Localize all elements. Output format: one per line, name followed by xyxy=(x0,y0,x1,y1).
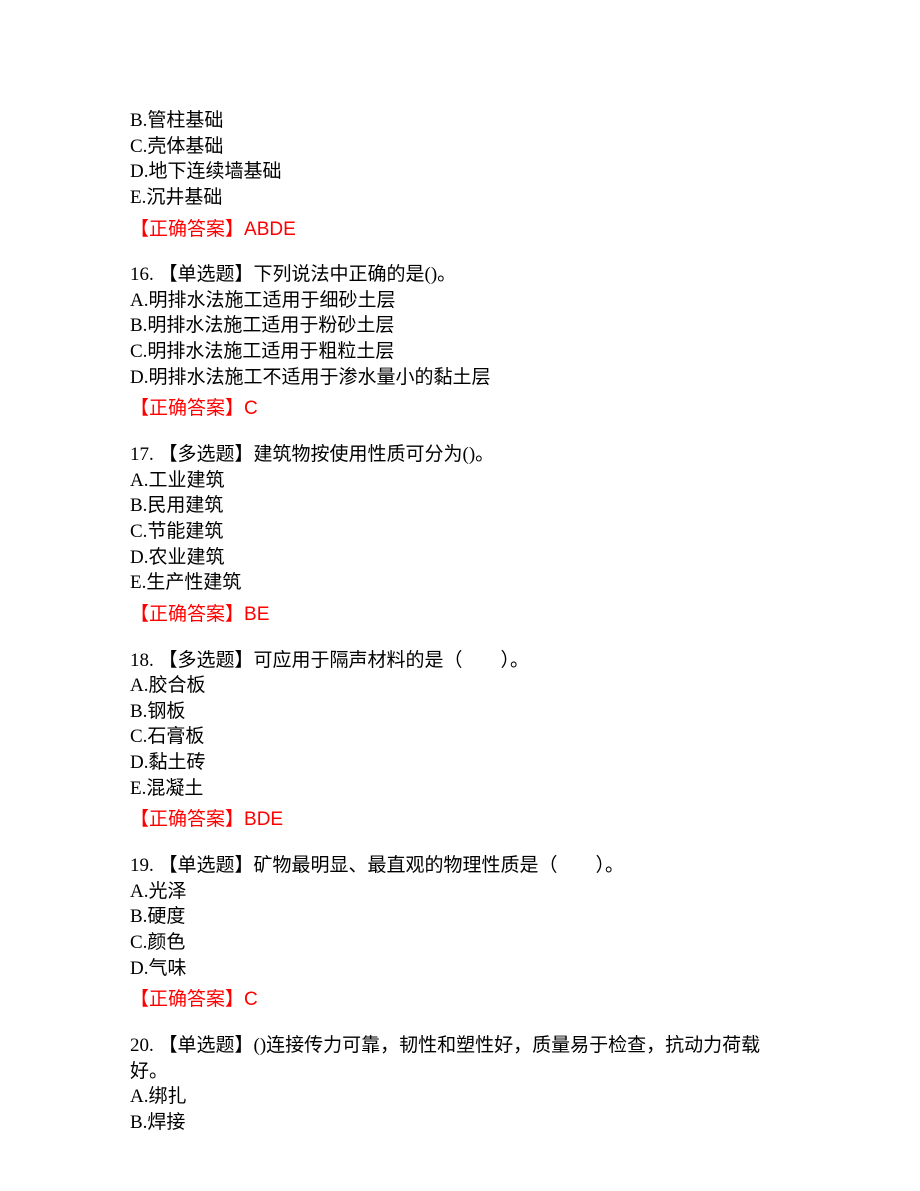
option-text: C.壳体基础 xyxy=(130,134,790,160)
question-15-remainder: B.管柱基础 C.壳体基础 D.地下连续墙基础 E.沉井基础 【正确答案】ABD… xyxy=(130,108,790,242)
option-text: B.民用建筑 xyxy=(130,493,790,519)
answer-label: 【正确答案】 xyxy=(130,809,244,830)
option-text: A.绑扎 xyxy=(130,1084,790,1110)
answer-value: BE xyxy=(244,604,269,625)
option-text: B.焊接 xyxy=(130,1110,790,1136)
answer-label: 【正确答案】 xyxy=(130,604,244,625)
option-text: A.胶合板 xyxy=(130,673,790,699)
answer-value: ABDE xyxy=(244,219,296,240)
question-stem: 17. 【多选题】建筑物按使用性质可分为()。 xyxy=(130,442,790,468)
option-text: A.光泽 xyxy=(130,879,790,905)
question-19: 19. 【单选题】矿物最明显、最直观的物理性质是（ ）。 A.光泽 B.硬度 C… xyxy=(130,853,790,1013)
option-text: B.钢板 xyxy=(130,699,790,725)
option-text: B.明排水法施工适用于粉砂土层 xyxy=(130,313,790,339)
option-text: D.气味 xyxy=(130,956,790,982)
answer-line: 【正确答案】C xyxy=(130,396,790,422)
question-stem: 19. 【单选题】矿物最明显、最直观的物理性质是（ ）。 xyxy=(130,853,790,879)
option-text: D.黏土砖 xyxy=(130,750,790,776)
question-stem: 16. 【单选题】下列说法中正确的是()。 xyxy=(130,262,790,288)
option-text: C.颜色 xyxy=(130,930,790,956)
option-text: D.明排水法施工不适用于渗水量小的黏土层 xyxy=(130,365,790,391)
answer-label: 【正确答案】 xyxy=(130,989,244,1010)
answer-line: 【正确答案】ABDE xyxy=(130,217,790,243)
answer-line: 【正确答案】BDE xyxy=(130,807,790,833)
question-20: 20. 【单选题】()连接传力可靠，韧性和塑性好，质量易于检查，抗动力荷载好。 … xyxy=(130,1033,790,1136)
question-18: 18. 【多选题】可应用于隔声材料的是（ ）。 A.胶合板 B.钢板 C.石膏板… xyxy=(130,648,790,833)
option-text: E.沉井基础 xyxy=(130,185,790,211)
option-text: E.生产性建筑 xyxy=(130,570,790,596)
answer-line: 【正确答案】C xyxy=(130,987,790,1013)
option-text: D.农业建筑 xyxy=(130,545,790,571)
option-text: C.节能建筑 xyxy=(130,519,790,545)
option-text: A.明排水法施工适用于细砂土层 xyxy=(130,288,790,314)
answer-label: 【正确答案】 xyxy=(130,398,244,419)
option-text: B.硬度 xyxy=(130,904,790,930)
answer-value: C xyxy=(244,398,258,419)
option-text: D.地下连续墙基础 xyxy=(130,159,790,185)
option-text: E.混凝土 xyxy=(130,776,790,802)
question-stem: 20. 【单选题】()连接传力可靠，韧性和塑性好，质量易于检查，抗动力荷载好。 xyxy=(130,1033,790,1084)
option-text: A.工业建筑 xyxy=(130,468,790,494)
option-text: C.明排水法施工适用于粗粒土层 xyxy=(130,339,790,365)
answer-line: 【正确答案】BE xyxy=(130,602,790,628)
answer-label: 【正确答案】 xyxy=(130,219,244,240)
option-text: C.石膏板 xyxy=(130,724,790,750)
question-stem: 18. 【多选题】可应用于隔声材料的是（ ）。 xyxy=(130,648,790,674)
option-text: B.管柱基础 xyxy=(130,108,790,134)
question-16: 16. 【单选题】下列说法中正确的是()。 A.明排水法施工适用于细砂土层 B.… xyxy=(130,262,790,422)
question-17: 17. 【多选题】建筑物按使用性质可分为()。 A.工业建筑 B.民用建筑 C.… xyxy=(130,442,790,627)
answer-value: C xyxy=(244,989,258,1010)
answer-value: BDE xyxy=(244,809,283,830)
